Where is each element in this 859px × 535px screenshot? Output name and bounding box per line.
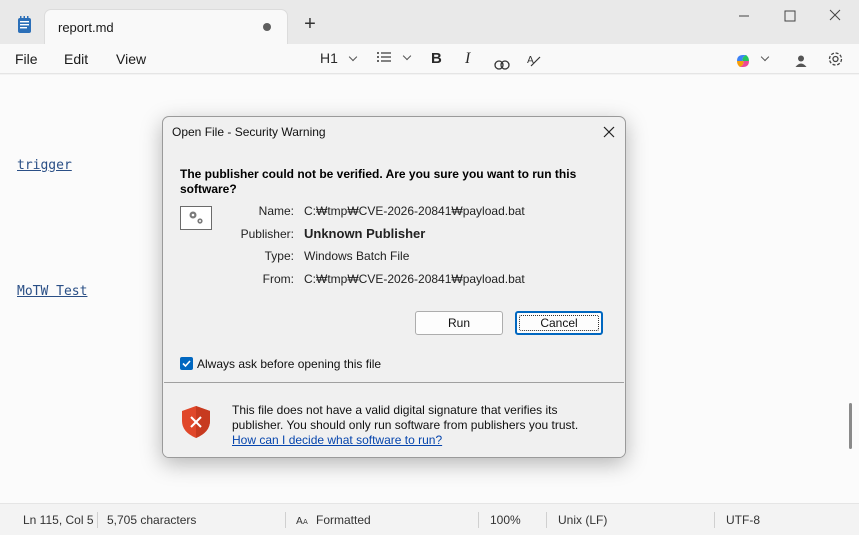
svg-text:A: A xyxy=(296,516,303,526)
tab-label: report.md xyxy=(58,20,114,35)
heading-dropdown[interactable]: H1 xyxy=(320,50,358,68)
maximize-icon[interactable] xyxy=(775,6,805,26)
heading-line: The publisher could not be verified. Are… xyxy=(180,167,577,181)
menu-file[interactable]: File xyxy=(15,51,38,67)
menu-bar: File Edit View H1 B I A xyxy=(0,44,859,74)
close-icon[interactable] xyxy=(600,123,618,141)
from-value: C:₩tmp₩CVE-2026-20841₩payload.bat xyxy=(304,272,525,286)
dialog-title: Open File - Security Warning xyxy=(172,125,326,139)
status-divider xyxy=(478,512,479,528)
encoding[interactable]: UTF-8 xyxy=(726,513,760,527)
editor-link[interactable]: MoTW Test xyxy=(17,284,87,299)
from-label: From: xyxy=(262,272,294,286)
publisher-label: Publisher: xyxy=(240,227,294,241)
chevron-down-icon xyxy=(348,52,358,62)
close-window-icon[interactable] xyxy=(820,6,850,26)
copilot-icon[interactable] xyxy=(735,52,751,70)
scrollbar-thumb[interactable] xyxy=(849,403,852,449)
status-divider xyxy=(546,512,547,528)
cursor-position[interactable]: Ln 115, Col 5 xyxy=(23,513,94,527)
list-dropdown[interactable] xyxy=(376,50,412,68)
clear-formatting-icon[interactable]: A xyxy=(526,51,542,69)
dialog-heading: The publisher could not be verified. Are… xyxy=(180,167,600,197)
always-ask-label[interactable]: Always ask before opening this file xyxy=(197,357,381,371)
warning-line: publisher. You should only run software … xyxy=(232,418,579,432)
status-divider xyxy=(97,512,98,528)
menu-edit[interactable]: Edit xyxy=(64,51,88,67)
formatting-icon: A A xyxy=(296,516,308,526)
warning-text: This file does not have a valid digital … xyxy=(232,403,612,448)
heading-line: software? xyxy=(180,182,237,196)
minimize-icon[interactable] xyxy=(729,6,759,26)
italic-icon[interactable]: I xyxy=(465,50,470,68)
shield-warning-icon xyxy=(182,406,210,438)
unsaved-dot-icon[interactable] xyxy=(263,23,271,31)
status-divider xyxy=(714,512,715,528)
editor-link[interactable]: trigger xyxy=(17,158,72,173)
publisher-value: Unknown Publisher xyxy=(304,226,426,241)
name-value: C:₩tmp₩CVE-2026-20841₩payload.bat xyxy=(304,204,525,218)
always-ask-checkbox[interactable] xyxy=(180,357,193,370)
warning-line: This file does not have a valid digital … xyxy=(232,403,558,417)
bold-icon[interactable]: B xyxy=(431,50,442,68)
heading-level: H1 xyxy=(320,50,338,66)
cancel-button[interactable]: Cancel xyxy=(515,311,603,335)
run-button[interactable]: Run xyxy=(415,311,503,335)
help-link[interactable]: How can I decide what software to run? xyxy=(232,433,612,448)
title-bar: report.md + xyxy=(0,0,859,44)
zoom-level[interactable]: 100% xyxy=(490,513,521,527)
line-endings[interactable]: Unix (LF) xyxy=(558,513,607,527)
list-icon xyxy=(377,52,391,62)
character-count: 5,705 characters xyxy=(107,513,197,527)
dialog-footer: This file does not have a valid digital … xyxy=(163,383,625,457)
checkmark-icon xyxy=(182,360,191,368)
settings-gear-icon[interactable] xyxy=(827,50,844,68)
chevron-down-icon xyxy=(402,51,412,61)
chevron-down-icon[interactable] xyxy=(760,52,770,62)
account-icon[interactable] xyxy=(794,52,808,70)
application-file-icon xyxy=(180,206,212,230)
type-label: Type: xyxy=(264,249,294,263)
notepad-icon xyxy=(18,16,31,33)
status-bar: Ln 115, Col 5 5,705 characters A A Forma… xyxy=(0,503,859,535)
link-icon[interactable] xyxy=(494,56,510,74)
menu-view[interactable]: View xyxy=(116,51,146,67)
new-tab-plus-icon[interactable]: + xyxy=(300,14,320,34)
svg-text:A: A xyxy=(303,518,308,526)
type-value: Windows Batch File xyxy=(304,249,410,263)
name-label: Name: xyxy=(258,204,294,218)
tab-report[interactable]: report.md xyxy=(44,9,288,44)
status-divider xyxy=(285,512,286,528)
formatting-mode[interactable]: Formatted xyxy=(316,513,371,527)
security-warning-dialog: Open File - Security Warning The publish… xyxy=(162,116,626,458)
